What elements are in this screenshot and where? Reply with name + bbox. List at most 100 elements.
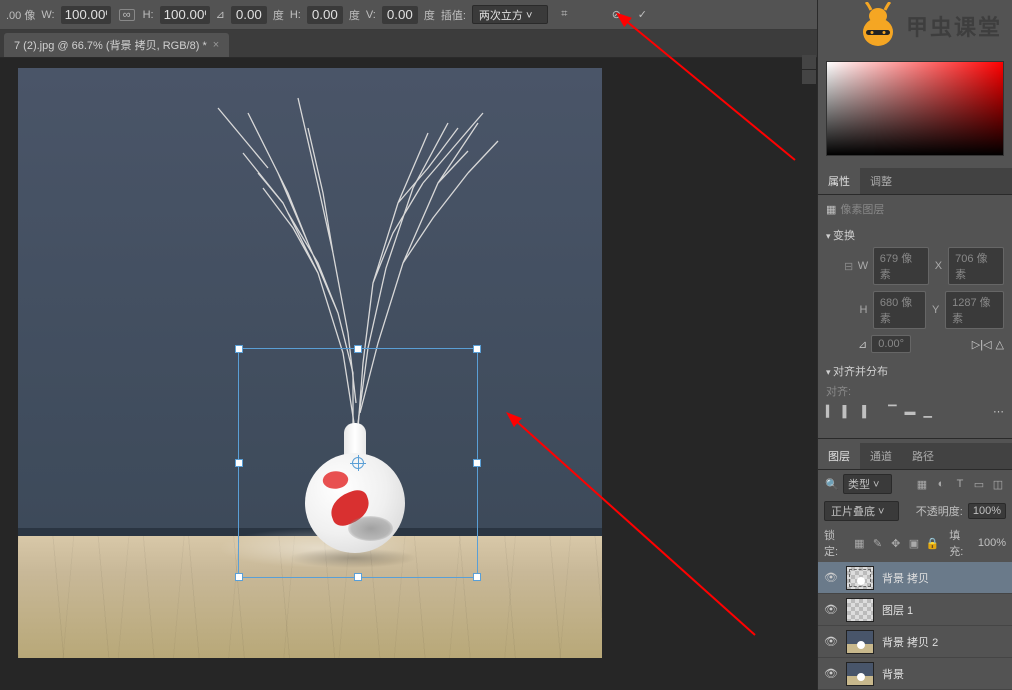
- interp-label: 插值:: [441, 7, 466, 23]
- link-wh-icon[interactable]: ∞: [117, 5, 137, 25]
- channels-tab[interactable]: 通道: [860, 443, 902, 469]
- filter-smart-icon[interactable]: ◫: [990, 476, 1006, 492]
- angle-input[interactable]: [231, 6, 267, 24]
- align-left-icon[interactable]: ▍: [826, 405, 834, 418]
- lock-label: 锁定:: [824, 527, 848, 559]
- layer-name-label: 背景 拷贝 2: [882, 634, 938, 650]
- layer-visibility-icon[interactable]: 👁: [824, 571, 838, 584]
- commit-transform-button[interactable]: ✓: [632, 5, 652, 25]
- lock-pixels-icon[interactable]: ✎: [871, 537, 884, 550]
- color-picker-panel[interactable]: [818, 55, 1012, 168]
- angle-icon: ⊿: [216, 8, 225, 21]
- layer-filter-bar: 🔍 类型 ˅ ▦ ◐ T ▭ ◫: [818, 470, 1012, 498]
- adjustments-tab[interactable]: 调整: [860, 168, 902, 194]
- pixel-layer-label: 像素图层: [840, 201, 884, 217]
- align-bottom-icon[interactable]: ▁: [924, 405, 932, 418]
- align-top-icon[interactable]: ▔: [888, 405, 896, 418]
- layer-item[interactable]: 👁 背景 拷贝: [818, 562, 1012, 594]
- align-section-header[interactable]: 对齐并分布: [826, 359, 1004, 383]
- align-hcenter-icon[interactable]: ▌: [842, 406, 850, 418]
- right-panel-column: 属性 调整 ▦ 像素图层 变换 ⊟ W 679 像素 X 706 像素 H 68…: [817, 0, 1012, 690]
- search-icon[interactable]: 🔍: [824, 476, 840, 492]
- height-input[interactable]: [160, 6, 210, 24]
- vskew-unit: 度: [424, 7, 435, 23]
- width-label: W:: [41, 9, 54, 21]
- properties-tab[interactable]: 属性: [818, 168, 860, 194]
- interpolation-dropdown[interactable]: 两次立方 ˅: [472, 5, 548, 24]
- layer-item[interactable]: 👁 图层 1: [818, 594, 1012, 626]
- hskew-label: H:: [290, 9, 301, 21]
- layer-thumbnail: [846, 630, 874, 654]
- layer-list: 👁 背景 拷贝 👁 图层 1 👁 背景 拷贝 2 👁 背景: [818, 562, 1012, 690]
- vase: [302, 423, 407, 553]
- cancel-transform-button[interactable]: ⊘: [606, 5, 626, 25]
- prop-angle-value[interactable]: 0.00°: [871, 335, 911, 353]
- prop-y-value[interactable]: 1287 像素: [945, 291, 1004, 329]
- flip-horizontal-icon[interactable]: ▷|◁: [972, 338, 992, 351]
- layer-name-label: 图层 1: [882, 602, 913, 618]
- dry-branches: [168, 73, 528, 433]
- document-title: 7 (2).jpg @ 66.7% (背景 拷贝, RGB/8) *: [14, 37, 207, 53]
- fill-value[interactable]: 100%: [978, 537, 1006, 549]
- collapsed-panel-strip[interactable]: [802, 55, 816, 84]
- layer-visibility-icon[interactable]: 👁: [824, 603, 838, 616]
- lock-artboard-icon[interactable]: ▣: [907, 537, 920, 550]
- lock-position-icon[interactable]: ✥: [889, 537, 902, 550]
- layers-tab[interactable]: 图层: [818, 443, 860, 469]
- hskew-input[interactable]: [307, 6, 343, 24]
- layer-name-label: 背景 拷贝: [882, 570, 929, 586]
- prop-w-label: W: [857, 260, 869, 272]
- pixel-layer-icon: ▦: [826, 203, 836, 216]
- layer-thumbnail: [846, 598, 874, 622]
- fill-label: 填充:: [949, 527, 973, 559]
- opacity-value[interactable]: 100%: [968, 503, 1006, 519]
- prop-h-value[interactable]: 680 像素: [873, 291, 926, 329]
- rotation-angle-icon: ⊿: [858, 338, 867, 351]
- layer-visibility-icon[interactable]: 👁: [824, 667, 838, 680]
- prop-h-label: H: [858, 304, 869, 316]
- layer-visibility-icon[interactable]: 👁: [824, 635, 838, 648]
- align-label: 对齐:: [826, 383, 851, 399]
- vskew-label: V:: [366, 9, 376, 21]
- canvas-workspace: [0, 58, 817, 690]
- flip-vertical-icon[interactable]: △: [996, 338, 1004, 351]
- prop-w-value[interactable]: 679 像素: [873, 247, 929, 285]
- prop-x-label: X: [933, 260, 945, 272]
- hskew-unit: 度: [349, 7, 360, 23]
- properties-panel: ▦ 像素图层 变换 ⊟ W 679 像素 X 706 像素 H 680 像素 Y…: [818, 195, 1012, 434]
- filter-adjust-icon[interactable]: ◐: [933, 476, 949, 492]
- layers-panel: 图层 通道 路径 🔍 类型 ˅ ▦ ◐ T ▭ ◫ 正片叠底 ˅ 不透明度: 1…: [818, 443, 1012, 690]
- layer-thumbnail: [846, 662, 874, 686]
- lock-all-icon[interactable]: 🔒: [926, 537, 940, 550]
- link-dimensions-icon[interactable]: ⊟: [844, 260, 853, 273]
- pixel-label: .00 像: [6, 7, 35, 23]
- document-tab[interactable]: 7 (2).jpg @ 66.7% (背景 拷贝, RGB/8) * ×: [4, 33, 229, 57]
- layer-name-label: 背景: [882, 666, 904, 682]
- filter-pixel-icon[interactable]: ▦: [914, 476, 930, 492]
- close-tab-icon[interactable]: ×: [213, 39, 219, 51]
- color-field[interactable]: [826, 61, 1004, 156]
- layer-filter-dropdown[interactable]: 类型 ˅: [843, 474, 892, 494]
- height-label: H:: [143, 9, 154, 21]
- width-input[interactable]: [61, 6, 111, 24]
- paths-tab[interactable]: 路径: [902, 443, 944, 469]
- align-vcenter-icon[interactable]: ▬: [905, 406, 916, 418]
- prop-x-value[interactable]: 706 像素: [948, 247, 1004, 285]
- warp-mode-icon[interactable]: ⌗: [554, 5, 574, 25]
- more-align-icon[interactable]: ⋯: [993, 405, 1004, 418]
- transform-section-header[interactable]: 变换: [826, 223, 1004, 247]
- angle-unit: 度: [273, 7, 284, 23]
- lock-transparency-icon[interactable]: ▦: [853, 537, 866, 550]
- layer-item[interactable]: 👁 背景: [818, 658, 1012, 690]
- filter-shape-icon[interactable]: ▭: [971, 476, 987, 492]
- layer-item[interactable]: 👁 背景 拷贝 2: [818, 626, 1012, 658]
- blend-mode-dropdown[interactable]: 正片叠底 ˅: [824, 501, 899, 521]
- layer-thumbnail: [846, 566, 874, 590]
- align-right-icon[interactable]: ▐: [858, 406, 866, 418]
- vskew-input[interactable]: [382, 6, 418, 24]
- opacity-label: 不透明度:: [916, 503, 963, 519]
- properties-panel-tabs: 属性 调整: [818, 168, 1012, 195]
- filter-type-icon[interactable]: T: [952, 476, 968, 492]
- canvas[interactable]: [18, 68, 602, 658]
- prop-y-label: Y: [930, 304, 941, 316]
